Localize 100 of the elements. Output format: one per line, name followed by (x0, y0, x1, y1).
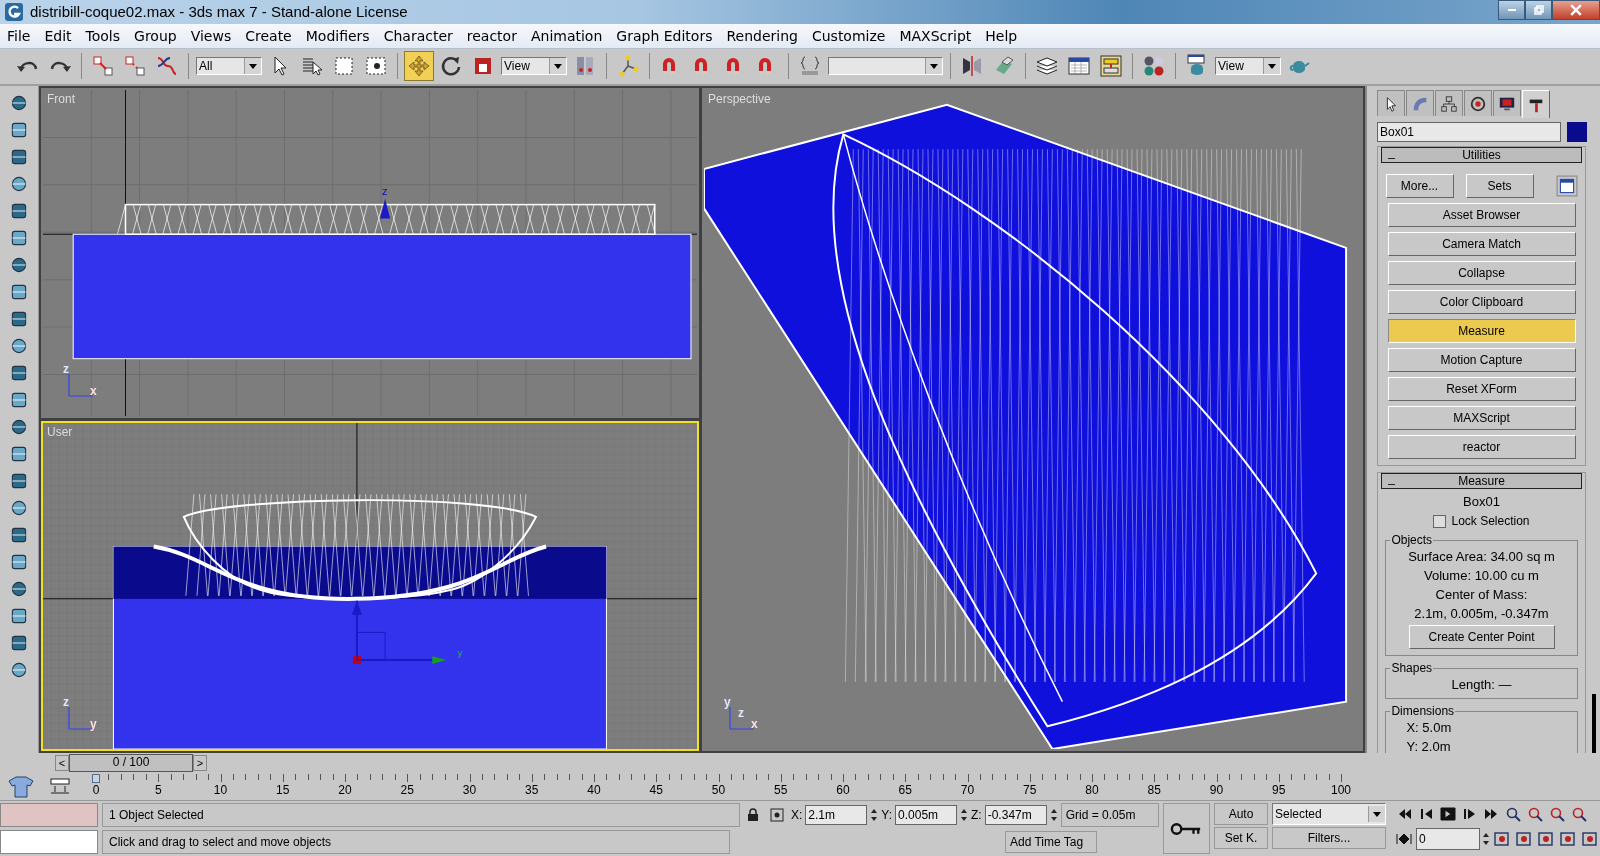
motion-tab-icon[interactable] (1464, 90, 1492, 116)
minimize-button[interactable] (1498, 0, 1525, 20)
named-selection-dropdown[interactable] (828, 57, 943, 76)
utility-button[interactable]: Color Clipboard (1387, 290, 1576, 314)
time-cursor (92, 773, 100, 783)
utility-button[interactable]: Reset XForm (1387, 377, 1576, 401)
measure-value: 2.1m, 0.005m, -0.347m (1414, 606, 1549, 621)
coordinate-label: X: (791, 808, 803, 822)
render-type-dropdown[interactable]: View (1215, 57, 1281, 76)
create-center-point-button[interactable]: Create Center Point (1408, 625, 1555, 649)
rollout-header[interactable]: _ Measure (1381, 473, 1582, 489)
display-tab-icon[interactable] (1493, 90, 1521, 116)
rollout-header[interactable]: _ Utilities (1381, 147, 1582, 163)
frame-number: 40 (587, 782, 601, 797)
selection-filter-dropdown[interactable]: All (196, 57, 262, 76)
frame-number: 60 (836, 782, 850, 797)
gizmo-axis-label: y (457, 647, 463, 659)
add-time-tag-button[interactable]: Add Time Tag (1005, 831, 1097, 853)
menu-item[interactable]: Edit (37, 27, 79, 44)
menu-item[interactable]: reactor (459, 27, 524, 44)
frame-number: 0 (92, 782, 100, 797)
menu-item[interactable]: Tools (78, 27, 128, 44)
sets-button[interactable]: Sets (1465, 174, 1534, 198)
listener-field[interactable] (0, 830, 98, 854)
frame-number: 95 (1272, 782, 1286, 797)
menu-item[interactable]: Graph Editors (609, 27, 720, 44)
window-title: distribill-coque02.max - 3ds max 7 - Stand-alone License (30, 3, 408, 21)
app-logo-icon (4, 2, 24, 22)
spinner-icon[interactable] (960, 807, 969, 823)
prompt-text: Click and drag to select and move objects (102, 830, 730, 854)
next-frame-button[interactable]: > (193, 755, 207, 771)
more-button[interactable]: More... (1385, 174, 1454, 198)
reference-coordinate-dropdown[interactable]: View (501, 57, 567, 76)
menu-item[interactable]: Character (376, 27, 460, 44)
selection-status: 1 Object Selected (102, 803, 740, 827)
measure-value: X: 5.0m (1405, 720, 1452, 735)
key-filters-button[interactable]: Filters... (1272, 827, 1386, 849)
utility-button[interactable]: Measure (1387, 319, 1576, 343)
utility-button[interactable]: Asset Browser (1387, 203, 1576, 227)
lock-icon[interactable] (747, 808, 759, 822)
grid-readout: Grid = 0.05m (1060, 803, 1159, 827)
time-slider[interactable]: 0 / 100 (69, 754, 193, 772)
spinner-icon[interactable] (1482, 831, 1490, 847)
menu-item[interactable]: Modifiers (298, 27, 377, 44)
play-icon[interactable] (1438, 806, 1458, 822)
group-title: Shapes (1390, 661, 1434, 675)
minimize-icon (1507, 9, 1516, 11)
utility-button[interactable]: Collapse (1387, 261, 1576, 285)
absolute-mode-icon[interactable] (770, 808, 784, 822)
menu-item[interactable]: Help (978, 27, 1025, 44)
menu-item[interactable]: Create (238, 27, 299, 44)
configure-button-sets-icon[interactable] (1555, 175, 1578, 197)
create-tab-icon[interactable] (1377, 90, 1405, 116)
frame-number: 70 (960, 782, 975, 797)
panel-scrollbar[interactable] (1592, 694, 1596, 753)
key-mode-toggle-icon[interactable] (1394, 831, 1414, 847)
lock-selection-checkbox[interactable]: Lock Selection (1433, 514, 1530, 528)
measure-value: Y: 2.0m (1405, 739, 1451, 753)
menu-item[interactable]: File (0, 27, 38, 44)
key-mode-icon[interactable] (48, 776, 72, 797)
coordinate-label: Y: (881, 808, 893, 822)
utility-button[interactable]: Camera Match (1387, 232, 1576, 256)
coordinate-field[interactable]: 0.005m (895, 805, 958, 825)
frame-number: 75 (1023, 782, 1037, 797)
track-bar[interactable]: 0 5 10 15 20 25 30 35 40 45 50 55 60 65 70 75 80 85 90 95 100 (84, 773, 1353, 800)
set-key-button[interactable] (1162, 803, 1210, 854)
coordinate-field[interactable]: -0.347m (984, 805, 1047, 825)
frame-number: 5 (154, 782, 162, 797)
key-filter-dropdown[interactable]: Selected (1272, 803, 1386, 825)
restore-icon (1533, 5, 1544, 15)
menu-item[interactable]: Group (127, 27, 184, 44)
close-button[interactable] (1552, 0, 1600, 20)
frame-number: 45 (649, 782, 663, 797)
frame-number: 20 (338, 782, 352, 797)
object-name-field[interactable]: Box01 (1377, 122, 1561, 142)
spinner-icon[interactable] (870, 807, 879, 823)
listener-field[interactable] (0, 803, 98, 827)
frame-number: 10 (213, 782, 228, 797)
menu-item[interactable]: MAXScript (892, 27, 979, 44)
measure-value: Volume: 10.00 cu m (1424, 568, 1539, 583)
hierarchy-tab-icon[interactable] (1435, 90, 1463, 116)
maximize-button[interactable] (1525, 0, 1552, 20)
coordinate-field[interactable]: 2.1m (805, 805, 868, 825)
utility-button[interactable]: reactor (1387, 435, 1576, 459)
menu-item[interactable]: Animation (523, 27, 610, 44)
menu-item[interactable]: Views (183, 27, 239, 44)
frame-number: 50 (711, 782, 726, 797)
utilities-tab-icon[interactable] (1522, 90, 1550, 118)
spinner-icon[interactable] (1049, 807, 1058, 823)
set-key-mode-button[interactable]: Set K. (1214, 827, 1268, 849)
measure-value: Center of Mass: (1435, 587, 1528, 602)
previous-frame-button[interactable]: < (55, 755, 69, 771)
object-color-swatch[interactable] (1567, 122, 1587, 142)
menu-item[interactable]: Rendering (719, 27, 805, 44)
utility-button[interactable]: MAXScript (1387, 406, 1576, 430)
utility-button[interactable]: Motion Capture (1387, 348, 1576, 372)
auto-key-button[interactable]: Auto (1214, 803, 1268, 825)
menu-item[interactable]: Customize (804, 27, 893, 44)
current-frame-field[interactable]: 0 (1416, 828, 1480, 850)
group-title: Dimensions (1390, 704, 1456, 718)
